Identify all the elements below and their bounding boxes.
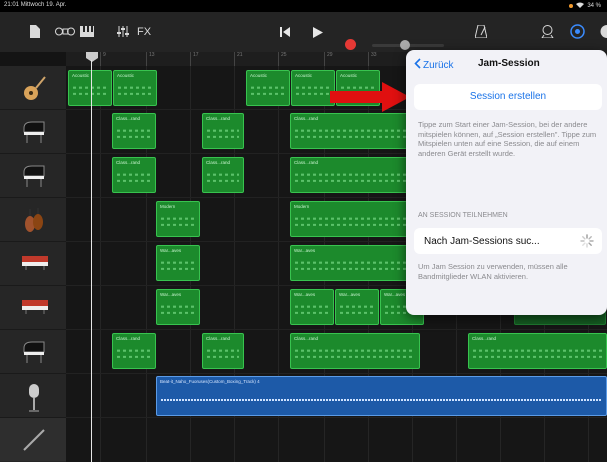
my-songs-icon[interactable] [30,25,40,38]
popover-header: Zurück Jam-Session [406,50,607,78]
loading-spinner-icon [580,234,594,253]
midi-region[interactable]: Class...rand [290,333,420,369]
wlan-note: Um Jam Session zu verwenden, müssen alle… [418,262,568,281]
track-header-piano[interactable] [0,110,66,154]
recording-indicator-icon [569,4,574,8]
midi-region[interactable]: Modern [156,201,200,237]
loop-browser-icon[interactable] [541,25,554,38]
track-header-audio[interactable] [0,374,66,418]
audio-region[interactable]: Beat-it_Naho_Fuoruses(Custom_Boxing_Trac… [156,376,607,416]
midi-region[interactable]: War...aves [290,289,334,325]
bass-icon [22,428,46,457]
track-header-piano[interactable] [0,154,66,198]
mixer-icon[interactable] [117,26,129,37]
track-lane [66,418,607,461]
midi-region[interactable]: Acoustic [246,70,290,106]
playhead-line [91,60,92,462]
track-header-synth[interactable] [0,242,66,286]
midi-region[interactable]: War...aves [156,245,200,281]
metronome-icon[interactable] [475,25,487,38]
grand-piano-icon [22,120,46,149]
track-header-bass[interactable] [0,418,66,461]
play-icon[interactable] [313,27,323,38]
search-sessions-label: Nach Jam-Sessions suc... [424,236,540,247]
search-sessions-row[interactable]: Nach Jam-Sessions suc... [414,228,602,254]
track-header-synth[interactable] [0,286,66,330]
midi-region[interactable]: Class...rand [290,113,420,149]
synth-keyboard-icon [22,252,48,275]
ruler-mark: 21 [234,52,243,66]
volume-knob[interactable] [400,40,410,50]
keyboard-icon[interactable] [80,26,94,37]
grand-piano-icon [22,340,46,369]
create-session-button[interactable]: Session erstellen [414,84,602,110]
ruler-mark: 25 [278,52,287,66]
midi-region[interactable]: Class...rand [290,157,420,193]
fx-button[interactable]: FX [137,26,151,38]
violin-icon [22,208,46,239]
record-button[interactable] [345,39,356,50]
ruler-mark: 29 [324,52,333,66]
midi-region[interactable]: Modern [290,201,420,237]
midi-region[interactable]: Class...rand [112,113,156,149]
ruler-mark: 33 [368,52,377,66]
status-right: 34 % [569,2,601,10]
go-to-start-icon[interactable] [280,27,290,37]
ruler-mark: 17 [190,52,199,66]
track-lane: Beat-it_Naho_Fuoruses(Custom_Boxing_Trac… [66,374,607,418]
back-button[interactable]: Zurück [414,58,454,72]
status-time: 21:01 Mittwoch 19. Apr. [4,2,67,8]
microphone-icon [28,384,40,417]
jam-session-popover: Zurück Jam-Session Session erstellen Tip… [406,50,607,315]
settings-icon[interactable] [596,24,607,39]
back-label: Zurück [423,59,454,71]
track-header-acoustic-guitar[interactable] [0,66,66,110]
battery-label: 34 % [587,3,601,9]
jam-session-icon[interactable] [570,24,585,39]
chevron-left-icon [414,58,421,72]
toolbar: FX [0,12,607,52]
track-header-piano[interactable] [0,330,66,374]
midi-region[interactable]: Class...rand [468,333,607,369]
midi-region[interactable]: War...aves [290,245,420,281]
midi-region[interactable]: Class...rand [112,157,156,193]
grand-piano-icon [22,164,46,193]
midi-region[interactable]: Class...rand [202,333,244,369]
midi-region[interactable]: Acoustic [113,70,157,106]
synth-keyboard-icon [22,296,48,319]
midi-region[interactable]: Class...rand [202,113,244,149]
create-session-description: Tippe zum Start einer Jam-Session, bei d… [418,120,597,158]
wifi-icon [576,2,585,10]
midi-region[interactable]: Acoustic [68,70,112,106]
browser-icon[interactable] [55,27,75,36]
master-volume-slider[interactable] [372,40,444,50]
status-bar: 21:01 Mittwoch 19. Apr. 34 % [0,0,607,12]
midi-region[interactable]: Class...rand [202,157,244,193]
midi-region[interactable]: Acoustic [291,70,335,106]
midi-region[interactable]: War...aves [335,289,379,325]
popover-title: Jam-Session [478,58,540,69]
track-lane: Class...rand Class...rand Class...rand C… [66,330,607,374]
join-section-header: AN SESSION TEILNEHMEN [418,212,508,219]
midi-region[interactable]: War...aves [156,289,200,325]
annotation-arrow [330,82,410,117]
ruler-mark: 13 [146,52,155,66]
midi-region[interactable]: Class...rand [112,333,156,369]
acoustic-guitar-icon [22,76,46,107]
track-header-strings[interactable] [0,198,66,242]
ruler-mark: 9 [100,52,106,66]
track-header-list [0,66,66,462]
